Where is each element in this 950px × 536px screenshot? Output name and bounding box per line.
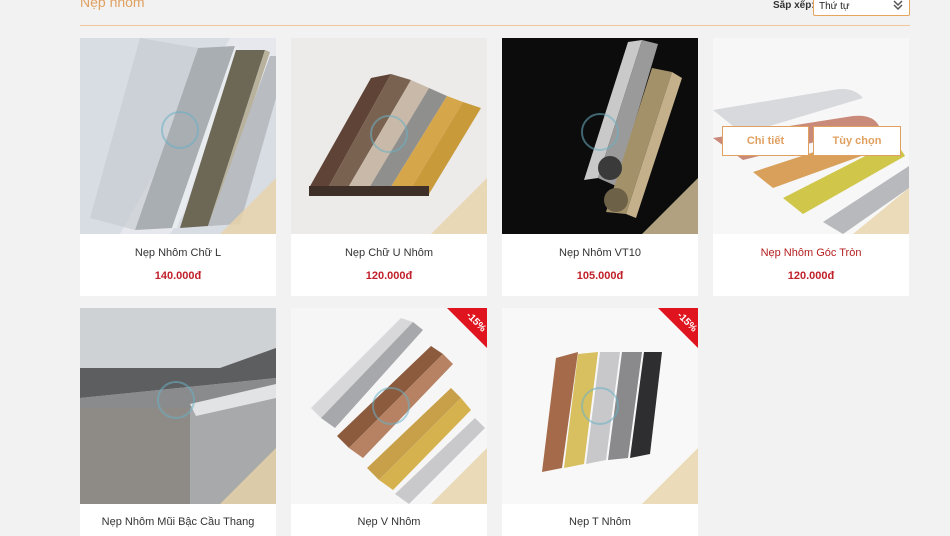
product-price: 120.000đ xyxy=(787,270,835,282)
product-name[interactable]: Nẹp Nhôm VT10 xyxy=(502,247,698,259)
product-image[interactable] xyxy=(80,38,276,234)
product-image[interactable]: -15% xyxy=(502,308,698,504)
product-card[interactable]: Nẹp Nhôm VT10 105.000đ xyxy=(502,38,698,296)
product-name[interactable]: Nẹp Nhôm Góc Tròn xyxy=(713,247,909,259)
product-card[interactable]: Chi tiết Tùy chọn Nẹp Nhôm Góc Tròn 120.… xyxy=(713,38,909,296)
sort-label: Sắp xếp: xyxy=(773,0,815,11)
product-image[interactable]: -15% xyxy=(291,308,487,504)
detail-button[interactable]: Chi tiết xyxy=(722,126,809,156)
sale-badge: -15% xyxy=(658,308,698,348)
product-price: 140.000đ xyxy=(154,270,202,282)
product-card[interactable]: Nẹp Nhôm Mũi Bậc Cầu Thang xyxy=(80,308,276,536)
product-name[interactable]: Nẹp Nhôm Chữ L xyxy=(80,247,276,259)
chevron-down-icon xyxy=(893,0,903,11)
product-card[interactable]: -15% Nẹp V Nhôm xyxy=(291,308,487,536)
product-image[interactable] xyxy=(502,38,698,234)
sort-select[interactable]: Thứ tự xyxy=(813,0,910,16)
product-category-page: Nẹp nhôm Sắp xếp: Thứ tự Nẹp Nhôm Chữ L … xyxy=(0,0,950,536)
product-price: 120.000đ xyxy=(365,270,413,282)
product-name[interactable]: Nẹp T Nhôm xyxy=(502,516,698,528)
category-header: Nẹp nhôm Sắp xếp: Thứ tự xyxy=(80,0,910,26)
product-name[interactable]: Nẹp V Nhôm xyxy=(291,516,487,528)
product-card[interactable]: -15% Nẹp T Nhôm xyxy=(502,308,698,536)
product-price: 105.000đ xyxy=(576,270,624,282)
product-card[interactable]: Nẹp Nhôm Chữ L 140.000đ xyxy=(80,38,276,296)
product-name[interactable]: Nẹp Chữ U Nhôm xyxy=(291,247,487,259)
product-name[interactable]: Nẹp Nhôm Mũi Bậc Cầu Thang xyxy=(80,516,276,528)
product-image[interactable] xyxy=(80,308,276,504)
product-card[interactable]: Nẹp Chữ U Nhôm 120.000đ xyxy=(291,38,487,296)
options-button[interactable]: Tùy chọn xyxy=(813,126,901,156)
sale-badge: -15% xyxy=(447,308,487,348)
category-title: Nẹp nhôm xyxy=(80,0,145,10)
product-image[interactable] xyxy=(291,38,487,234)
product-image[interactable]: Chi tiết Tùy chọn xyxy=(713,38,909,234)
sort-selected-value: Thứ tự xyxy=(819,1,850,12)
